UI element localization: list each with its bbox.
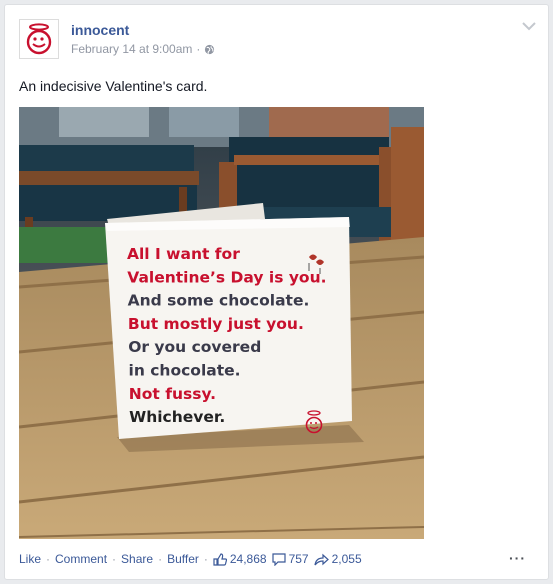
post-meta: February 14 at 9:00am ·	[71, 42, 215, 56]
comment-link[interactable]: Comment	[55, 552, 107, 566]
thumbs-up-icon	[213, 552, 227, 566]
comment-icon	[271, 552, 286, 566]
post-photo[interactable]: All I want for Valentine’s Day is you. And…	[19, 107, 424, 539]
globe-icon[interactable]	[204, 44, 215, 55]
page-name-link[interactable]: innocent	[71, 22, 129, 38]
innocent-logo-icon	[26, 23, 52, 55]
action-separator: ·	[46, 552, 51, 566]
card-line: And some chocolate.	[128, 292, 310, 310]
buffer-link[interactable]: Buffer	[167, 552, 199, 566]
post-text: An indecisive Valentine's card.	[19, 78, 208, 94]
card-line: All I want for	[127, 245, 240, 263]
chevron-down-icon[interactable]	[522, 21, 536, 31]
card-line: Or you covered	[128, 338, 261, 356]
action-bar: Like · Comment · Share · Buffer · 24,868…	[19, 552, 367, 566]
page-avatar[interactable]	[19, 19, 59, 59]
card-line: But mostly just you.	[128, 315, 304, 333]
card-line: Whichever.	[129, 408, 225, 426]
card-line: Not fussy.	[129, 385, 216, 403]
action-separator: ·	[158, 552, 163, 566]
meta-separator: ·	[196, 42, 201, 56]
like-link[interactable]: Like	[19, 552, 41, 566]
card-line: Valentine’s Day is you.	[127, 268, 326, 286]
valentine-card-photo: All I want for Valentine’s Day is you. And…	[19, 107, 424, 539]
action-separator: ·	[112, 552, 117, 566]
comments-count[interactable]: 757	[289, 552, 309, 566]
action-separator: ·	[203, 552, 208, 566]
likes-count[interactable]: 24,868	[230, 552, 267, 566]
post-timestamp[interactable]: February 14 at 9:00am	[71, 42, 192, 56]
share-icon	[314, 553, 329, 565]
shares-count[interactable]: 2,055	[332, 552, 362, 566]
post-card: innocent February 14 at 9:00am · An inde…	[4, 4, 549, 580]
card-line: in chocolate.	[129, 362, 241, 380]
more-options-button[interactable]: ···	[509, 550, 526, 566]
share-link[interactable]: Share	[121, 552, 153, 566]
